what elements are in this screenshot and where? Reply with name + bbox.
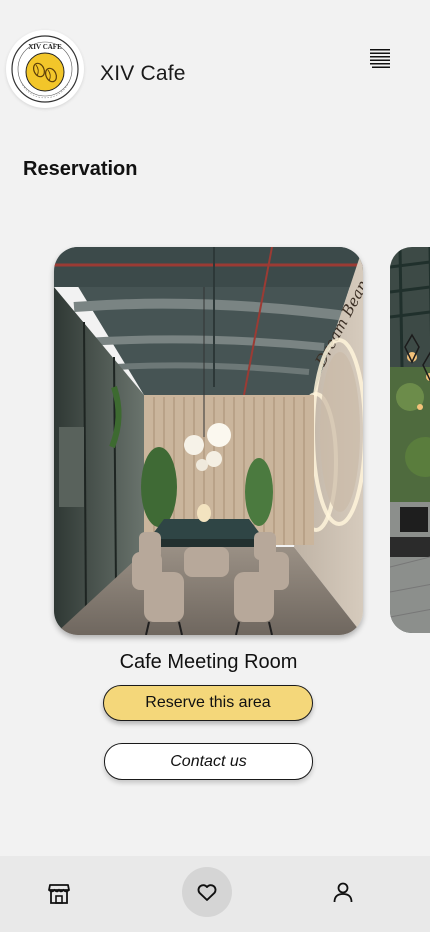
meeting-room-photo[interactable]: Dream Bean Coffee Shop: [54, 247, 363, 635]
cafe-logo[interactable]: XIV CAFE: [6, 30, 84, 108]
contact-us-button[interactable]: Contact us: [104, 743, 313, 780]
nav-profile[interactable]: [313, 856, 373, 932]
logo-emblem-icon: XIV CAFE: [11, 35, 79, 103]
app-title: XIV Cafe: [100, 62, 186, 85]
next-room-image: [390, 247, 430, 633]
bottom-navigation: [0, 856, 430, 932]
room-name: Cafe Meeting Room: [119, 651, 298, 673]
next-room-photo[interactable]: [390, 247, 430, 633]
reserve-area-button[interactable]: Reserve this area: [103, 685, 313, 721]
store-icon: [48, 884, 70, 904]
nav-store[interactable]: [29, 856, 89, 932]
menu-icon: [370, 49, 390, 68]
section-title: Reservation: [23, 158, 138, 180]
user-icon: [333, 882, 353, 903]
reservation-screen: XIV CAFE XIV Cafe Reservation Cafe Meeti…: [0, 0, 430, 932]
logo-text: XIV CAFE: [28, 43, 62, 51]
meeting-room-image: Dream Bean Coffee Shop: [54, 247, 363, 635]
heart-icon: [197, 884, 217, 901]
menu-button[interactable]: [366, 46, 394, 70]
nav-favorites[interactable]: [177, 856, 237, 932]
